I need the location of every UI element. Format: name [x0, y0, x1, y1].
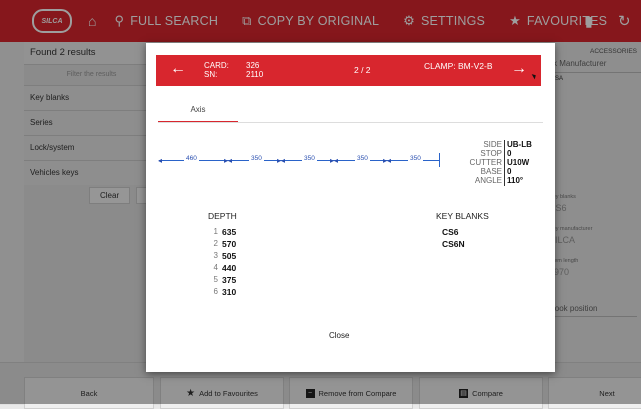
depth-index: 5: [213, 275, 218, 284]
axis-cut-marker-icon: ▸◂: [330, 156, 339, 165]
card-value: 326: [246, 61, 260, 70]
axis-ruler: [159, 160, 439, 161]
depth-index: 2: [213, 239, 218, 248]
spec-side-value: UB-LB: [507, 140, 532, 149]
dialog-header: ← CARD: SN: 326 2110 2 / 2 CLAMP: BM-V2-…: [156, 55, 541, 86]
axis-value-3: 350: [302, 155, 317, 162]
axis-cut-marker-icon: ▸◂: [224, 156, 233, 165]
spec-base-value: 0: [507, 167, 512, 176]
key-blank-item[interactable]: CS6N: [442, 239, 465, 249]
next-arrow-icon[interactable]: →: [511, 60, 527, 78]
spec-stop-value: 0: [507, 149, 512, 158]
axis-cut-marker-icon: ▸◂: [383, 156, 392, 165]
axis-value-2: 350: [249, 155, 264, 162]
key-blank-item[interactable]: CS6: [442, 227, 459, 237]
prev-arrow-icon[interactable]: ←: [170, 60, 186, 78]
depth-value: 570: [222, 239, 237, 249]
axis-value-1: 460: [184, 155, 199, 162]
depth-value: 440: [222, 263, 237, 273]
axis-start-arrow-icon: ◂: [158, 156, 163, 165]
depth-index: 1: [213, 227, 218, 236]
depth-header: DEPTH: [208, 211, 237, 221]
spec-stop-label: STOP: [480, 149, 502, 158]
tab-divider: [158, 122, 543, 123]
clamp-info: CLAMP: BM-V2-B: [424, 61, 493, 71]
key-blanks-header: KEY BLANKS: [436, 211, 489, 221]
spec-base-label: BASE: [480, 167, 502, 176]
mouse-cursor: [531, 72, 538, 80]
spec-cutter-value: U10W: [507, 158, 530, 167]
depth-index: 4: [213, 263, 218, 272]
spec-cutter-label: CUTTER: [469, 158, 502, 167]
depth-value: 505: [222, 251, 237, 261]
spec-divider: [504, 176, 505, 186]
spec-angle-label: ANGLE: [474, 176, 502, 185]
depth-value: 635: [222, 227, 237, 237]
sn-value: 2110: [246, 70, 264, 79]
depth-index: 6: [213, 287, 218, 296]
page-indicator: 2 / 2: [354, 65, 371, 75]
axis-cut-marker-icon: ▸◂: [277, 156, 286, 165]
key-card-dialog: ← CARD: SN: 326 2110 2 / 2 CLAMP: BM-V2-…: [146, 43, 555, 372]
sn-label: SN:: [204, 70, 218, 79]
card-label: CARD:: [204, 61, 229, 70]
tab-axis[interactable]: Axis: [158, 105, 238, 123]
close-button[interactable]: Close: [329, 331, 349, 340]
depth-index: 3: [213, 251, 218, 260]
axis-value-4: 350: [355, 155, 370, 162]
depth-value: 375: [222, 275, 237, 285]
axis-end-tick: [439, 153, 440, 167]
spec-angle-value: 110°: [507, 176, 524, 185]
spec-side-label: SIDE: [483, 140, 502, 149]
axis-value-5: 350: [408, 155, 423, 162]
depth-value: 310: [222, 287, 237, 297]
